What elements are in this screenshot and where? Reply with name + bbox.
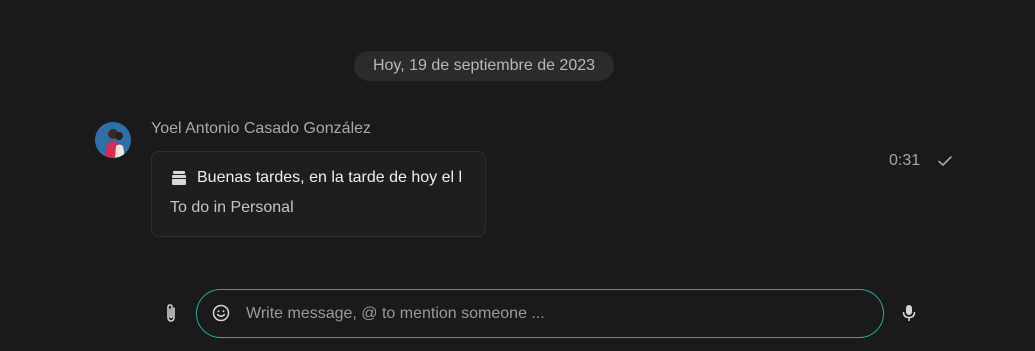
task-card-subtitle: To do in Personal	[170, 199, 294, 216]
avatar-photo	[95, 122, 131, 158]
task-card[interactable]: Buenas tardes, en la tarde de hoy el l T…	[151, 151, 486, 237]
chat-window: Hoy, 19 de septiembre de 2023 Yoel Anton…	[0, 0, 1035, 351]
avatar[interactable]	[95, 122, 131, 158]
paperclip-icon[interactable]	[160, 302, 182, 324]
task-card-title: Buenas tardes, en la tarde de hoy el l	[197, 169, 463, 186]
sender-name: Yoel Antonio Casado González	[151, 120, 372, 137]
message-time: 0:31	[889, 152, 921, 169]
task-stack-icon	[171, 170, 187, 186]
message-input[interactable]	[246, 300, 846, 328]
smiley-icon[interactable]	[212, 304, 230, 322]
date-separator: Hoy, 19 de septiembre de 2023	[354, 51, 614, 81]
message-composer[interactable]	[196, 289, 884, 338]
check-icon	[937, 153, 953, 169]
microphone-icon[interactable]	[899, 303, 919, 323]
